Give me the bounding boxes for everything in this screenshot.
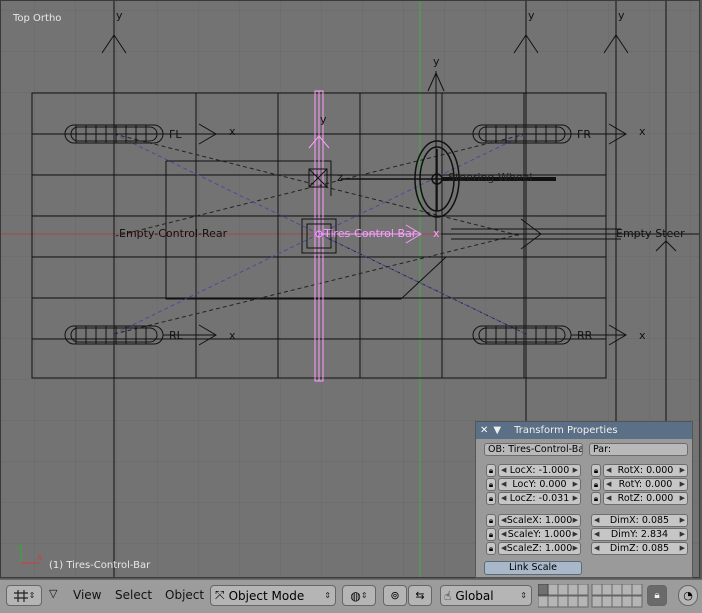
chevron-updown-icon: ⇕ bbox=[28, 591, 36, 600]
axis-y-label: y bbox=[320, 113, 327, 126]
lock-icon[interactable]: 🔒︎ bbox=[486, 514, 496, 527]
label-empty-rear: Empty-Control-Rear bbox=[119, 227, 228, 240]
dimy-field[interactable]: ◀ DimY: 2.834 ▶ bbox=[591, 528, 688, 541]
lock-icon[interactable]: 🔒︎ bbox=[486, 492, 496, 505]
axis-x-label: x bbox=[229, 125, 236, 138]
view-axis-gizmo: Y X bbox=[15, 545, 43, 564]
grid-icon bbox=[13, 589, 28, 602]
chevron-updown-icon: ⇕ bbox=[360, 591, 368, 600]
label-empty-steer: Empty-Steer bbox=[616, 227, 685, 240]
label-tires-bar: Tires-Control-Bar bbox=[323, 227, 417, 240]
label-steering-wheel: Steering Wheel bbox=[448, 171, 532, 184]
lock-icon[interactable]: 🔒︎ bbox=[486, 542, 496, 555]
axis-y-label: y bbox=[433, 55, 440, 68]
mode-select-value: Object Mode bbox=[228, 588, 305, 603]
svg-text:X: X bbox=[37, 553, 43, 562]
roty-field[interactable]: ◀ RotY: 0.000 ▶ bbox=[603, 478, 688, 491]
active-object-label: (1) Tires-Control-Bar bbox=[49, 560, 151, 571]
render-icon: ◔ bbox=[683, 589, 693, 602]
lock-icon: 🔒︎ bbox=[654, 590, 660, 601]
render-button[interactable]: ◔ bbox=[678, 585, 698, 606]
transform-orientation-select[interactable]: ☝ Global ⇕ bbox=[440, 585, 532, 606]
scalez-field[interactable]: ◀ ScaleZ: 1.000 ▶ bbox=[498, 542, 581, 555]
rotz-field[interactable]: ◀ RotZ: 0.000 ▶ bbox=[603, 492, 688, 505]
lock-icon[interactable]: 🔒︎ bbox=[486, 464, 496, 477]
orientation-value: Global bbox=[455, 588, 494, 603]
label-wheel-fl: FL bbox=[169, 128, 182, 141]
layer-buttons[interactable] bbox=[538, 584, 646, 608]
viewport-title: Top Ortho bbox=[13, 13, 62, 24]
editor-type-button[interactable]: ⇕ bbox=[6, 585, 42, 606]
parent-field[interactable]: Par: bbox=[589, 443, 688, 456]
axis-x-label: x bbox=[639, 329, 646, 342]
axis-y-label: y bbox=[618, 9, 625, 22]
view3d-header: ⇕ ▽ View Select Object ⤧ Object Mode ⇕ ◍… bbox=[0, 579, 702, 613]
link-scale-button[interactable]: Link Scale bbox=[484, 561, 582, 575]
menu-select[interactable]: Select bbox=[115, 588, 152, 602]
locx-field[interactable]: ◀ LocX: -1.000 ▶ bbox=[498, 464, 581, 477]
collapse-menu-triangle-icon[interactable]: ▽ bbox=[49, 587, 57, 600]
object-mode-icon: ⤧ bbox=[215, 588, 225, 602]
axis-x-label: x bbox=[229, 329, 236, 342]
manipulator-icon: ⇆ bbox=[415, 589, 425, 602]
chevron-updown-icon: ⇕ bbox=[520, 591, 527, 600]
dimx-field[interactable]: ◀ DimX: 0.085 ▶ bbox=[591, 514, 688, 527]
scaley-field[interactable]: ◀ ScaleY: 1.000 ▶ bbox=[498, 528, 581, 541]
lock-icon[interactable]: 🔒︎ bbox=[591, 464, 601, 477]
panel-header[interactable]: ✕ ▼ Transform Properties bbox=[476, 422, 692, 439]
sphere-icon: ◍ bbox=[350, 588, 361, 603]
rotx-field[interactable]: ◀ RotX: 0.000 ▶ bbox=[603, 464, 688, 477]
label-wheel-rl: RL bbox=[169, 329, 184, 342]
lock-icon[interactable]: 🔒︎ bbox=[591, 478, 601, 491]
transform-properties-panel[interactable]: ✕ ▼ Transform Properties OB: Tires-Contr… bbox=[475, 421, 693, 578]
lock-layers-button[interactable]: 🔒︎ bbox=[647, 585, 667, 606]
lock-icon[interactable]: 🔒︎ bbox=[486, 478, 496, 491]
axis-z-label: z bbox=[337, 171, 343, 184]
dimz-field[interactable]: ◀ DimZ: 0.085 ▶ bbox=[591, 542, 688, 555]
chevron-updown-icon: ⇕ bbox=[324, 591, 331, 600]
lock-icon[interactable]: 🔒︎ bbox=[591, 492, 601, 505]
manipulator-toggle[interactable]: ⇆ bbox=[408, 585, 432, 606]
close-icon[interactable]: ✕ bbox=[480, 425, 488, 436]
svg-text:Y: Y bbox=[15, 545, 21, 554]
lock-icon[interactable]: 🔒︎ bbox=[486, 528, 496, 541]
locy-field[interactable]: ◀ LocY: 0.000 ▶ bbox=[498, 478, 581, 491]
draw-type-select[interactable]: ◍ ⇕ bbox=[342, 585, 376, 606]
hand-icon: ☝ bbox=[444, 588, 452, 603]
axis-y-label: y bbox=[116, 9, 123, 22]
pivot-icon: ⊚ bbox=[390, 589, 400, 602]
collapse-icon[interactable]: ▼ bbox=[493, 425, 501, 436]
axis-y-label: y bbox=[528, 9, 535, 22]
axis-x-label-selected: x bbox=[433, 227, 440, 240]
menu-object[interactable]: Object bbox=[165, 588, 204, 602]
axis-x-label: x bbox=[639, 125, 646, 138]
label-wheel-rr: RR bbox=[577, 329, 593, 342]
panel-title: Transform Properties bbox=[514, 425, 618, 436]
locz-field[interactable]: ◀ LocZ: -0.031 ▶ bbox=[498, 492, 581, 505]
mode-select[interactable]: ⤧ Object Mode ⇕ bbox=[210, 585, 336, 606]
scalex-field[interactable]: ◀ ScaleX: 1.000 ▶ bbox=[498, 514, 581, 527]
object-name-field[interactable]: OB: Tires-Control-Bar bbox=[484, 443, 583, 456]
menu-view[interactable]: View bbox=[73, 588, 101, 602]
label-wheel-fr: FR bbox=[577, 128, 591, 141]
pivot-select[interactable]: ⊚ bbox=[383, 585, 407, 606]
